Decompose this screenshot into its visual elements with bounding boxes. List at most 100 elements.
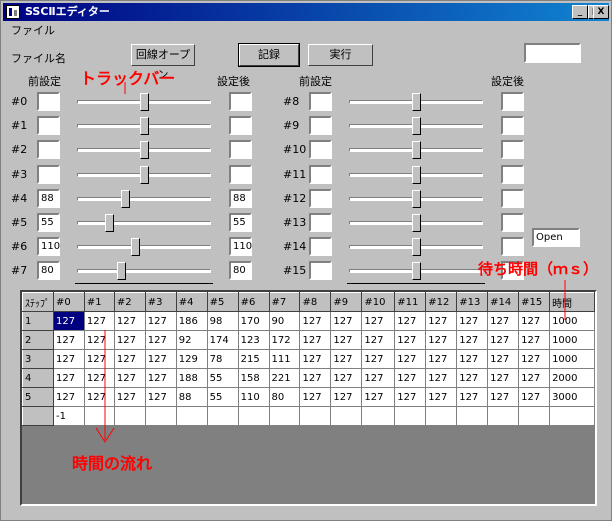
- after-value-field[interactable]: [229, 116, 252, 135]
- grid-cell[interactable]: 3000: [549, 387, 595, 407]
- trackbar-thumb[interactable]: [140, 166, 149, 184]
- trackbar-thumb[interactable]: [412, 93, 421, 111]
- grid-cell[interactable]: 188: [175, 368, 208, 388]
- grid-cell[interactable]: 111: [268, 349, 301, 369]
- trackbar-thumb[interactable]: [412, 214, 421, 232]
- after-value-field[interactable]: [501, 140, 524, 159]
- grid-cell[interactable]: 127: [361, 387, 396, 407]
- grid-cell[interactable]: 127: [144, 349, 177, 369]
- trackbar-thumb[interactable]: [412, 117, 421, 135]
- grid-cell[interactable]: 127: [394, 349, 427, 369]
- grid-column-header[interactable]: ｽﾃｯﾌﾟ: [22, 292, 54, 312]
- grid-cell[interactable]: 110: [237, 387, 270, 407]
- before-value-field[interactable]: [309, 116, 332, 135]
- grid-cell[interactable]: 127: [518, 349, 551, 369]
- before-value-field[interactable]: [309, 140, 332, 159]
- grid-cell[interactable]: 78: [206, 349, 239, 369]
- before-value-field[interactable]: 55: [37, 213, 60, 232]
- grid-cell[interactable]: 127: [113, 368, 146, 388]
- trackbar-thumb[interactable]: [412, 166, 421, 184]
- grid-cell[interactable]: 127: [518, 330, 551, 350]
- grid-cell[interactable]: 55: [206, 387, 239, 407]
- grid-cell[interactable]: 127: [83, 311, 115, 331]
- after-value-field[interactable]: [501, 237, 524, 256]
- grid-cell[interactable]: 80: [268, 387, 301, 407]
- grid-cell[interactable]: 127: [299, 311, 332, 331]
- grid-column-header[interactable]: #12: [425, 292, 458, 312]
- before-value-field[interactable]: [309, 92, 332, 111]
- close-button[interactable]: X: [593, 5, 609, 19]
- grid-cell[interactable]: [425, 406, 458, 426]
- channel-trackbar[interactable]: [347, 189, 485, 209]
- grid-cell[interactable]: 127: [144, 387, 177, 407]
- before-value-field[interactable]: [37, 116, 60, 135]
- grid-row-header[interactable]: 5: [22, 387, 54, 407]
- grid-column-header[interactable]: #7: [268, 292, 301, 312]
- grid-cell[interactable]: 170: [237, 311, 270, 331]
- grid-cell[interactable]: [268, 406, 301, 426]
- grid-cell[interactable]: [175, 406, 208, 426]
- channel-trackbar[interactable]: [347, 116, 485, 136]
- before-value-field[interactable]: 88: [37, 189, 60, 208]
- grid-column-header[interactable]: #10: [361, 292, 396, 312]
- after-value-field[interactable]: 55: [229, 213, 252, 232]
- trackbar-thumb[interactable]: [117, 262, 126, 280]
- grid-cell[interactable]: 186: [175, 311, 208, 331]
- channel-trackbar[interactable]: [75, 189, 213, 209]
- grid-column-header[interactable]: #9: [330, 292, 363, 312]
- grid-cell[interactable]: 127: [456, 349, 489, 369]
- grid-cell[interactable]: 1000: [549, 349, 595, 369]
- channel-trackbar[interactable]: [347, 237, 485, 257]
- after-value-field[interactable]: [501, 116, 524, 135]
- grid-column-header[interactable]: #8: [299, 292, 332, 312]
- grid-column-header[interactable]: #15: [518, 292, 551, 312]
- grid-column-header[interactable]: #2: [113, 292, 146, 312]
- grid-cell[interactable]: [549, 406, 595, 426]
- grid-cell[interactable]: 127: [113, 387, 146, 407]
- channel-trackbar[interactable]: [75, 116, 213, 136]
- grid-cell[interactable]: [518, 406, 551, 426]
- after-value-field[interactable]: [229, 165, 252, 184]
- grid-cell[interactable]: 123: [237, 330, 270, 350]
- before-value-field[interactable]: [37, 92, 60, 111]
- channel-trackbar[interactable]: [347, 213, 485, 233]
- grid-cell[interactable]: 221: [268, 368, 301, 388]
- channel-trackbar[interactable]: [347, 92, 485, 112]
- grid-cell[interactable]: 55: [206, 368, 239, 388]
- trackbar-thumb[interactable]: [140, 117, 149, 135]
- grid-cell[interactable]: 127: [52, 387, 85, 407]
- grid-column-header[interactable]: #3: [144, 292, 177, 312]
- grid-cell[interactable]: 127: [299, 387, 332, 407]
- grid-cell[interactable]: 127: [425, 387, 458, 407]
- grid-cell[interactable]: [83, 406, 115, 426]
- before-value-field[interactable]: [309, 213, 332, 232]
- before-value-field[interactable]: [309, 237, 332, 256]
- grid-column-header[interactable]: 時間: [549, 292, 595, 312]
- grid-cell[interactable]: 127: [425, 368, 458, 388]
- grid-cell[interactable]: 92: [175, 330, 208, 350]
- grid-cell[interactable]: [361, 406, 396, 426]
- grid-column-header[interactable]: #0: [52, 292, 85, 312]
- grid-column-header[interactable]: #1: [83, 292, 115, 312]
- grid-column-header[interactable]: #5: [206, 292, 239, 312]
- trackbar-thumb[interactable]: [140, 141, 149, 159]
- channel-trackbar[interactable]: [347, 261, 485, 284]
- grid-cell[interactable]: 127: [83, 387, 115, 407]
- grid-cell[interactable]: 127: [299, 349, 332, 369]
- grid-cell[interactable]: -1: [52, 406, 85, 426]
- trackbar-thumb[interactable]: [140, 93, 149, 111]
- grid-cell[interactable]: 127: [456, 311, 489, 331]
- before-value-field[interactable]: [309, 261, 332, 280]
- grid-cell[interactable]: [113, 406, 146, 426]
- grid-cell[interactable]: 127: [361, 311, 396, 331]
- grid-column-header[interactable]: #6: [237, 292, 270, 312]
- before-value-field[interactable]: [37, 165, 60, 184]
- trackbar-thumb[interactable]: [412, 190, 421, 208]
- after-value-field[interactable]: 80: [229, 261, 252, 280]
- after-value-field[interactable]: [229, 140, 252, 159]
- grid-cell[interactable]: [487, 406, 520, 426]
- grid-cell[interactable]: [456, 406, 489, 426]
- grid-cell[interactable]: [394, 406, 427, 426]
- after-value-field[interactable]: [501, 189, 524, 208]
- grid-cell[interactable]: 158: [237, 368, 270, 388]
